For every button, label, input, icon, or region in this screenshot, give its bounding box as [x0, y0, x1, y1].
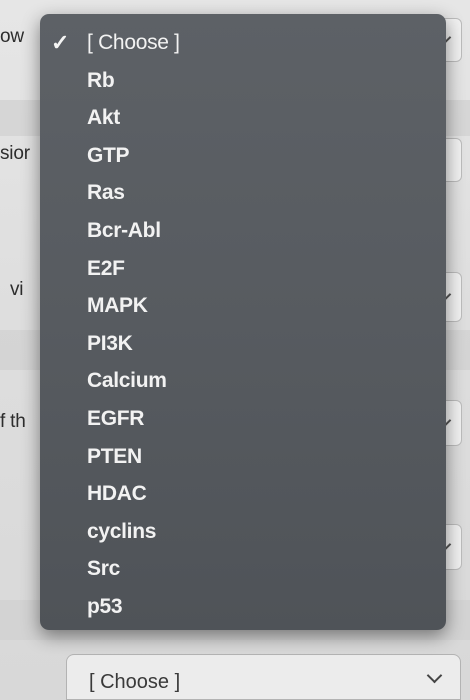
- dropdown-option[interactable]: PTEN: [40, 438, 446, 476]
- dropdown-option[interactable]: Rb: [40, 62, 446, 100]
- dropdown-option[interactable]: ✓ [ Choose ]: [40, 24, 446, 62]
- dropdown-option-label: HDAC: [87, 482, 147, 506]
- dropdown-option[interactable]: E2F: [40, 250, 446, 288]
- dropdown-option-label: E2F: [87, 256, 125, 280]
- dropdown-option-label: PTEN: [87, 444, 142, 468]
- dropdown-option-label: p53: [87, 594, 123, 618]
- dropdown-option[interactable]: MAPK: [40, 287, 446, 325]
- dropdown-option-label: Calcium: [87, 369, 167, 393]
- question-text-fragment: sior: [0, 143, 30, 164]
- dropdown-option-label: EGFR: [87, 406, 145, 430]
- dropdown-option[interactable]: PI3K: [40, 325, 446, 363]
- question-text-fragment: ow: [0, 26, 24, 47]
- dropdown-option-label: PI3K: [87, 331, 133, 355]
- dropdown-option[interactable]: cyclins: [40, 513, 446, 551]
- dropdown-option-label: [ Choose ]: [87, 31, 180, 54]
- question-text-fragment: f th: [0, 411, 26, 432]
- dropdown-option-label: Bcr-Abl: [87, 218, 161, 242]
- dropdown-option-label: Rb: [87, 68, 115, 92]
- dropdown-option[interactable]: HDAC: [40, 475, 446, 513]
- checkmark-icon: ✓: [51, 30, 70, 55]
- answer-select-bottom[interactable]: [ Choose ]: [66, 654, 461, 700]
- question-text-fragment: vi: [10, 279, 24, 300]
- dropdown-option-label: MAPK: [87, 294, 148, 318]
- dropdown-option[interactable]: Src: [40, 550, 446, 588]
- dropdown-option[interactable]: Bcr-Abl: [40, 212, 446, 250]
- dropdown-option-label: GTP: [87, 143, 130, 167]
- dropdown-option[interactable]: EGFR: [40, 400, 446, 438]
- dropdown-option[interactable]: GTP: [40, 137, 446, 175]
- dropdown-option[interactable]: p53: [40, 588, 446, 626]
- dropdown-menu[interactable]: ✓ [ Choose ] Rb Akt GTP Ras Bcr-Abl E2F MAPK PI3K…: [40, 14, 446, 630]
- dropdown-option-label: Src: [87, 557, 120, 581]
- dropdown-option-label: cyclins: [87, 519, 157, 543]
- dropdown-option[interactable]: Akt: [40, 99, 446, 137]
- dropdown-option-label: Ras: [87, 181, 125, 205]
- dropdown-option[interactable]: Ras: [40, 174, 446, 212]
- dropdown-option[interactable]: Calcium: [40, 362, 446, 400]
- chevron-down-icon: [426, 667, 443, 684]
- select-value: [ Choose ]: [89, 671, 181, 693]
- dropdown-option-label: Akt: [87, 106, 120, 130]
